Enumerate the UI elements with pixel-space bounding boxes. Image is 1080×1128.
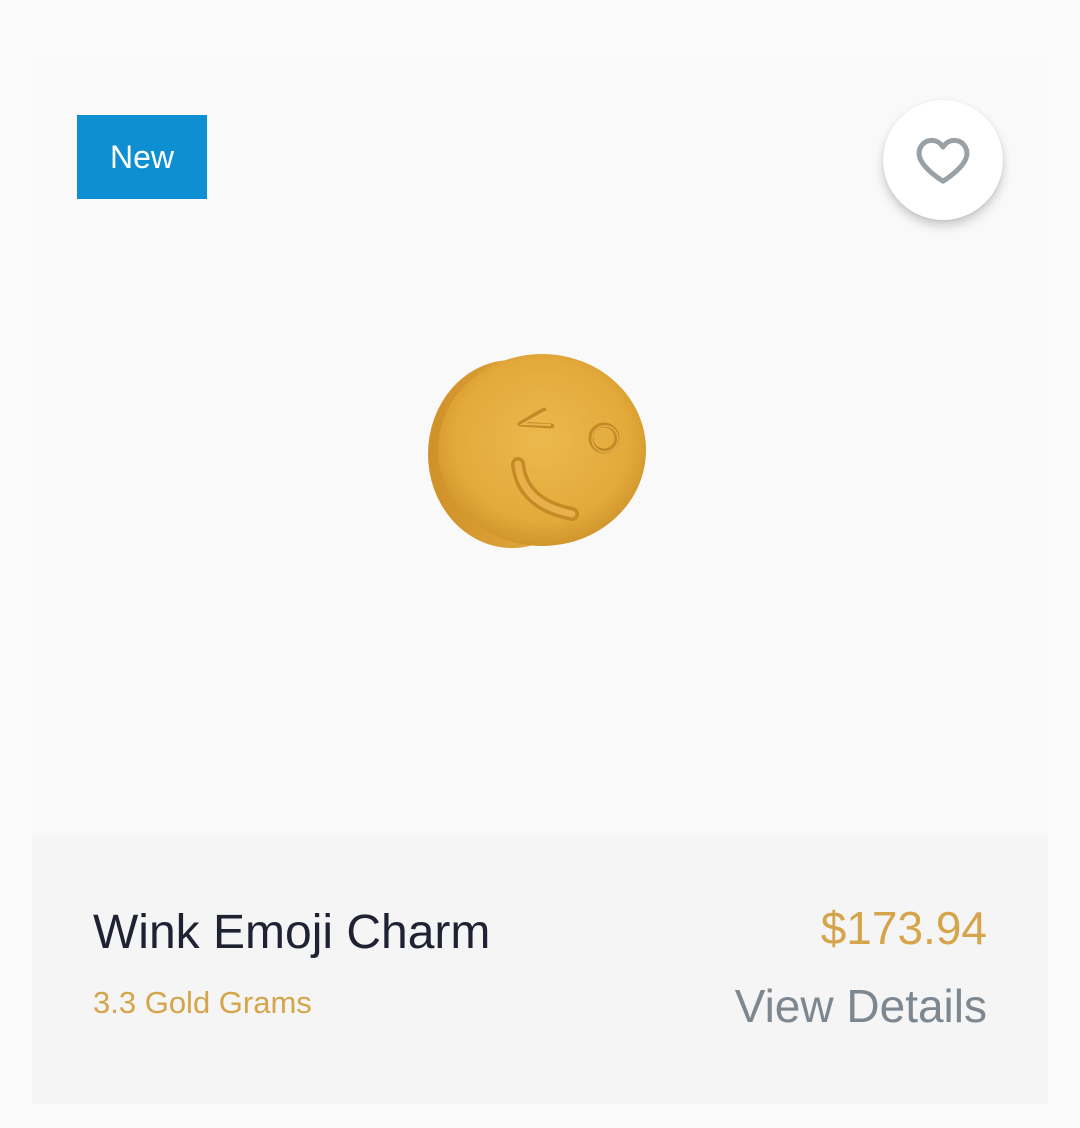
product-name[interactable]: Wink Emoji Charm bbox=[93, 905, 490, 960]
gold-grams: 3.3 Gold Grams bbox=[93, 985, 312, 1020]
view-details-link[interactable]: View Details bbox=[735, 979, 987, 1033]
product-image bbox=[428, 354, 646, 548]
favorite-button[interactable] bbox=[883, 100, 1003, 220]
product-card[interactable]: New Wink Emoji Charm 3.3 Gold Grams $173… bbox=[32, 56, 1048, 1104]
product-info: Wink Emoji Charm 3.3 Gold Grams $173.94 … bbox=[32, 835, 1048, 1104]
product-price: $173.94 bbox=[820, 902, 987, 954]
new-badge: New bbox=[77, 115, 207, 199]
heart-outline-icon bbox=[916, 137, 970, 184]
product-image-area[interactable]: New bbox=[32, 56, 1048, 835]
new-badge-label: New bbox=[109, 138, 174, 175]
